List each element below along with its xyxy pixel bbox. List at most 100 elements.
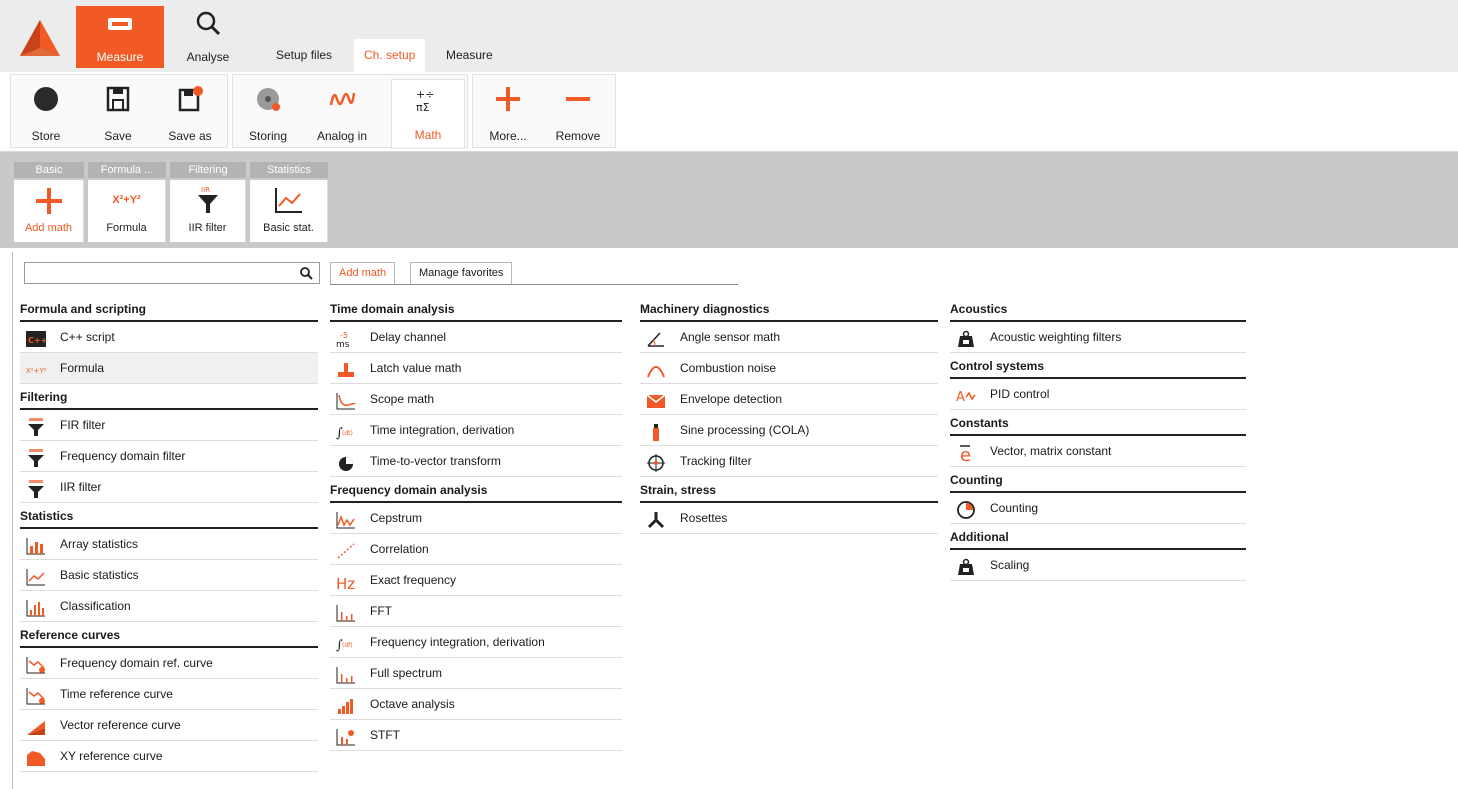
freq-filter-icon xyxy=(26,448,46,467)
minus-icon xyxy=(566,97,590,101)
scope-icon xyxy=(336,391,356,410)
math-item[interactable]: X²+Y² Formula xyxy=(20,353,318,384)
math-item[interactable]: Angle sensor math xyxy=(640,322,938,353)
math-item[interactable]: Time-to-vector transform xyxy=(330,446,622,477)
math-item[interactable]: Combustion noise xyxy=(640,353,938,384)
math-item[interactable]: Latch value math xyxy=(330,353,622,384)
subtab-formula[interactable]: Formula ... xyxy=(88,162,166,178)
subtab-filtering[interactable]: Filtering xyxy=(170,162,246,178)
math-item[interactable]: ∫ (df) Frequency integration, derivation xyxy=(330,627,622,658)
math-item[interactable]: Frequency domain filter xyxy=(20,441,318,472)
mode-analyse-label: Analyse xyxy=(186,50,230,64)
store-label: Store xyxy=(31,129,61,143)
math-item[interactable]: IIR filter xyxy=(20,472,318,503)
basic-stats-icon xyxy=(26,567,46,586)
math-item[interactable]: Full spectrum xyxy=(330,658,622,689)
math-item[interactable]: Envelope detection xyxy=(640,384,938,415)
math-item-label: Vector, matrix constant xyxy=(990,444,1112,458)
save-as-label: Save as xyxy=(168,129,212,143)
math-item[interactable]: Tracking filter xyxy=(640,446,938,477)
math-item-label: Angle sensor math xyxy=(680,330,781,344)
search-input[interactable] xyxy=(29,265,289,281)
plus-icon xyxy=(35,188,62,214)
math-item[interactable]: Correlation xyxy=(330,534,622,565)
basic-stat-button[interactable]: Basic stat. xyxy=(250,180,328,242)
math-item-label: Correlation xyxy=(370,542,429,556)
math-item[interactable]: Array statistics xyxy=(20,529,318,560)
math-item[interactable]: FFT xyxy=(330,596,622,627)
more-button[interactable]: More... xyxy=(477,79,539,149)
time-to-vector-icon xyxy=(336,453,356,471)
math-item[interactable]: Frequency domain ref. curve xyxy=(20,648,318,679)
panel-divider xyxy=(12,252,13,789)
math-item[interactable]: ∫ (dt) Time integration, derivation xyxy=(330,415,622,446)
analog-in-button[interactable]: Analog in xyxy=(311,79,373,149)
iir-filter-button[interactable]: IIR IIR filter xyxy=(170,180,246,242)
math-item[interactable]: FIR filter xyxy=(20,410,318,441)
save-icon xyxy=(106,86,130,112)
fir-filter-icon xyxy=(26,417,46,436)
tab-add-math[interactable]: Add math xyxy=(330,262,396,284)
math-item[interactable]: Hz Exact frequency xyxy=(330,565,622,596)
mode-measure-button[interactable]: Measure xyxy=(76,6,164,68)
funnel-icon: IIR xyxy=(197,186,218,213)
main-toolbar: Store Save Save as Storing Analog in +÷ … xyxy=(0,72,1458,152)
math-column-2: Time domain analysis -5 ms Delay channel Lat… xyxy=(330,300,622,751)
magnifier-icon xyxy=(196,11,221,36)
tab-setup-files[interactable]: Setup files xyxy=(266,39,342,72)
subtab-basic[interactable]: Basic xyxy=(14,162,84,178)
analog-in-label: Analog in xyxy=(316,129,368,143)
file-group: Store Save Save as xyxy=(10,74,228,148)
math-item[interactable]: Scope math xyxy=(330,384,622,415)
math-button[interactable]: +÷ πΣ Math xyxy=(391,79,465,149)
xy-ref-curve-icon xyxy=(26,748,46,766)
math-item[interactable]: Acoustic weighting filters xyxy=(950,322,1246,353)
mode-analyse-button[interactable]: Analyse xyxy=(164,6,252,68)
counting-icon xyxy=(956,500,976,519)
math-item[interactable]: Cepstrum xyxy=(330,503,622,534)
math-item[interactable]: e Vector, matrix constant xyxy=(950,436,1246,467)
math-item[interactable]: STFT xyxy=(330,720,622,751)
math-item[interactable]: Counting xyxy=(950,493,1246,524)
math-label: Math xyxy=(414,128,442,142)
search-icon[interactable] xyxy=(299,266,313,280)
save-as-button[interactable]: Save as xyxy=(159,79,221,149)
math-item[interactable]: Rosettes xyxy=(640,503,938,534)
math-item-label: Basic statistics xyxy=(60,568,139,582)
math-item[interactable]: Vector reference curve xyxy=(20,710,318,741)
save-button[interactable]: Save xyxy=(87,79,149,149)
subtab-statistics[interactable]: Statistics xyxy=(250,162,328,178)
category-heading: Counting xyxy=(950,471,1246,493)
remove-label: Remove xyxy=(555,129,601,143)
math-item-label: Exact frequency xyxy=(370,573,457,587)
iir-filter-icon xyxy=(26,479,46,498)
add-math-button[interactable]: Add math xyxy=(14,180,84,242)
tab-ch-setup[interactable]: Ch. setup xyxy=(354,39,426,72)
math-item[interactable]: XY reference curve xyxy=(20,741,318,772)
constant-icon: e xyxy=(956,443,976,466)
math-item[interactable]: A PID control xyxy=(950,379,1246,410)
top-bar: Measure Analyse Setup files Ch. setup Me… xyxy=(0,0,1458,72)
math-item[interactable]: C++ C++ script xyxy=(20,322,318,353)
tab-measure[interactable]: Measure xyxy=(436,39,503,72)
iir-filter-label: IIR filter xyxy=(188,222,227,234)
store-button[interactable]: Store xyxy=(15,79,77,149)
math-item[interactable]: Octave analysis xyxy=(330,689,622,720)
remove-button[interactable]: Remove xyxy=(547,79,609,149)
storing-button[interactable]: Storing xyxy=(237,79,299,149)
formula-button[interactable]: X²+Y² Formula xyxy=(88,180,166,242)
math-item[interactable]: Basic statistics xyxy=(20,560,318,591)
freq-integration-icon: ∫ (df) xyxy=(336,634,356,653)
category-heading: Reference curves xyxy=(20,626,318,648)
rosettes-icon xyxy=(646,510,666,529)
search-box[interactable] xyxy=(24,262,320,284)
category-heading: Acoustics xyxy=(950,300,1246,322)
tab-manage-favorites[interactable]: Manage favorites xyxy=(410,262,513,284)
math-item[interactable]: Classification xyxy=(20,591,318,622)
math-item[interactable]: -5 ms Delay channel xyxy=(330,322,622,353)
math-item[interactable]: Sine processing (COLA) xyxy=(640,415,938,446)
math-item-label: Acoustic weighting filters xyxy=(990,330,1122,344)
math-item[interactable]: Time reference curve xyxy=(20,679,318,710)
math-item[interactable]: Scaling xyxy=(950,550,1246,581)
hz-icon: Hz xyxy=(336,572,356,593)
